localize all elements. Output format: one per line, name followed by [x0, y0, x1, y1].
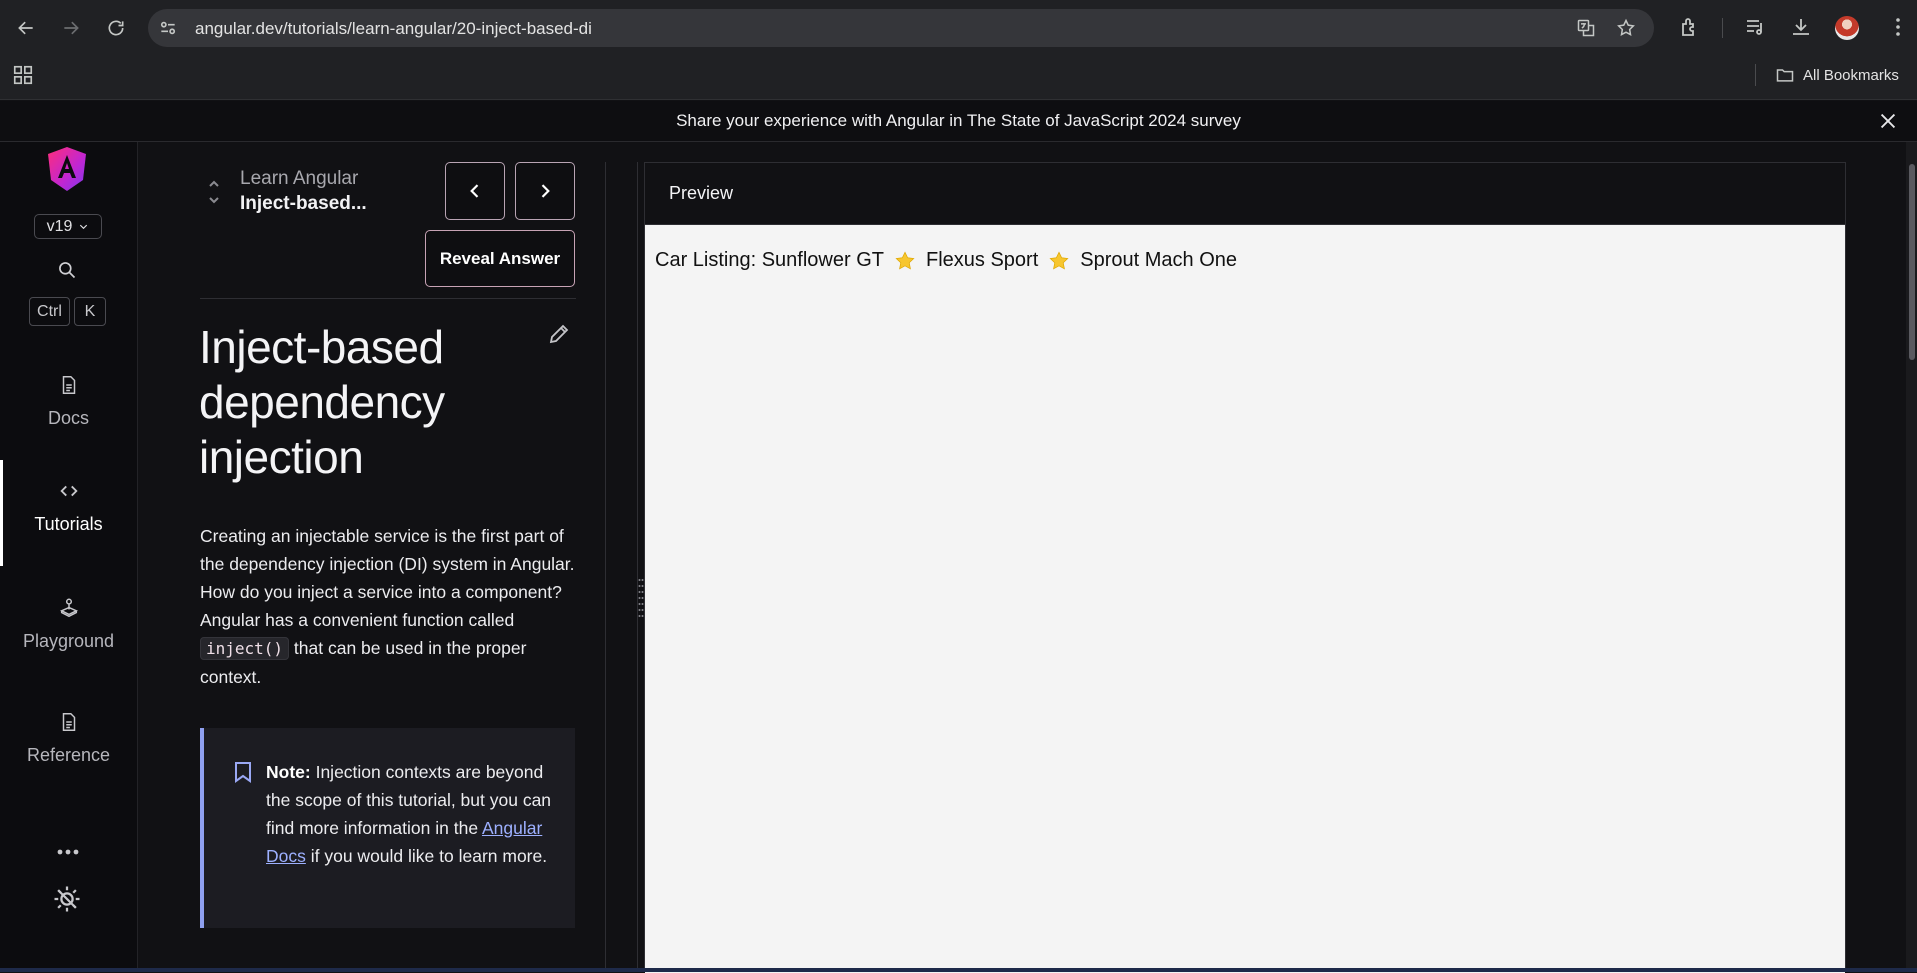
intro-paragraph: Creating an injectable service is the fi… — [200, 522, 580, 691]
star-icon — [895, 250, 915, 269]
bottom-edge — [0, 968, 1917, 972]
preview-header: Preview — [645, 163, 1845, 225]
more-menu-icon[interactable] — [1886, 15, 1910, 39]
translate-icon[interactable] — [1576, 18, 1596, 38]
nav-item-label: Tutorials — [34, 514, 103, 534]
survey-banner[interactable]: Share your experience with Angular in Th… — [0, 101, 1917, 142]
document-icon — [62, 376, 75, 394]
toolbar-separator — [1722, 18, 1723, 38]
note-text: Note: Injection contexts are beyond the … — [266, 758, 566, 870]
preview-frame[interactable]: Car Listing: Sunflower GT Flexus Sport S… — [645, 225, 1845, 973]
url-text[interactable]: angular.dev/tutorials/learn-angular/20-i… — [195, 19, 592, 39]
nav-item-docs[interactable]: Docs — [0, 374, 137, 429]
bookmarks-bar — [0, 56, 1917, 100]
bookmark-icon — [235, 762, 251, 783]
star-icon — [1049, 250, 1069, 269]
nav-item-label: Docs — [47, 408, 89, 428]
survey-banner-text[interactable]: Share your experience with Angular in Th… — [676, 111, 1241, 131]
document-icon — [62, 713, 75, 731]
version-select[interactable]: v19 — [34, 214, 102, 239]
theme-toggle-icon[interactable] — [52, 884, 82, 914]
bookmarks-separator — [1755, 64, 1756, 86]
preview-panel: Preview Car Listing: Sunflower GT Flexus… — [644, 162, 1846, 973]
joystick-icon — [59, 598, 78, 618]
close-icon[interactable] — [1877, 110, 1899, 132]
previous-step-button[interactable] — [445, 162, 505, 220]
side-navigation: v19 Ctrl K Docs Tutorials Playground Ref… — [0, 142, 138, 972]
address-bar[interactable]: angular.dev/tutorials/learn-angular/20-i… — [148, 9, 1654, 47]
preview-title: Preview — [669, 183, 734, 203]
reload-icon[interactable] — [102, 14, 130, 42]
car-name: Flexus Sport — [925, 249, 1039, 271]
bookmark-star-icon[interactable] — [1616, 18, 1636, 38]
chevron-right-icon — [541, 184, 550, 198]
more-horizontal-icon[interactable] — [54, 842, 82, 862]
car-listing-prefix: Car Listing: — [655, 249, 757, 271]
all-bookmarks-button[interactable]: All Bookmarks — [1775, 63, 1899, 87]
nav-item-label: Reference — [26, 745, 111, 765]
download-icon[interactable] — [1789, 15, 1813, 39]
split-divider — [637, 162, 638, 972]
forward-icon[interactable] — [57, 14, 85, 42]
chevron-down-icon — [80, 224, 88, 230]
inline-code: inject() — [200, 637, 290, 660]
scrollbar-thumb[interactable] — [1909, 164, 1915, 360]
shortcut-key-k: K — [74, 297, 106, 326]
chevron-left-icon — [470, 184, 479, 198]
breadcrumb-current: Inject-based... — [240, 193, 367, 214]
content-divider — [605, 162, 606, 972]
code-brackets-icon — [59, 485, 78, 497]
apps-grid-icon[interactable] — [12, 64, 34, 86]
profile-avatar[interactable] — [1835, 16, 1859, 40]
edit-pencil-icon[interactable] — [547, 322, 571, 346]
all-bookmarks-label: All Bookmarks — [1803, 66, 1899, 84]
next-step-button[interactable] — [515, 162, 575, 220]
back-icon[interactable] — [12, 14, 40, 42]
angular-logo-icon[interactable] — [45, 146, 89, 192]
breadcrumb-parent[interactable]: Learn Angular — [240, 168, 358, 190]
version-label: v19 — [46, 217, 73, 235]
reveal-answer-button[interactable]: Reveal Answer — [425, 230, 575, 287]
car-name: Sunflower GT — [761, 249, 884, 271]
nav-item-playground[interactable]: Playground — [0, 597, 137, 652]
intro-text-start: Creating an injectable service is the fi… — [200, 526, 575, 630]
extensions-icon[interactable] — [1678, 15, 1702, 39]
folder-icon — [1776, 69, 1794, 82]
nav-item-label: Playground — [22, 631, 115, 651]
search-icon[interactable] — [57, 260, 77, 280]
nav-item-reference[interactable]: Reference — [0, 711, 137, 766]
breadcrumb-toggle-icon[interactable] — [207, 178, 221, 206]
header-divider — [200, 298, 576, 299]
nav-item-tutorials[interactable]: Tutorials — [0, 460, 137, 566]
site-info-icon[interactable] — [158, 18, 178, 38]
shortcut-key-ctrl: Ctrl — [29, 297, 70, 326]
car-listing: Car Listing: Sunflower GT Flexus Sport S… — [655, 249, 1237, 272]
media-queue-icon[interactable] — [1744, 15, 1768, 39]
note-text-end: if you would like to learn more. — [305, 846, 548, 866]
note-label: Note: — [266, 762, 311, 782]
page-title: Inject-based dependency injection — [199, 321, 445, 483]
car-name: Sprout Mach One — [1080, 249, 1237, 271]
